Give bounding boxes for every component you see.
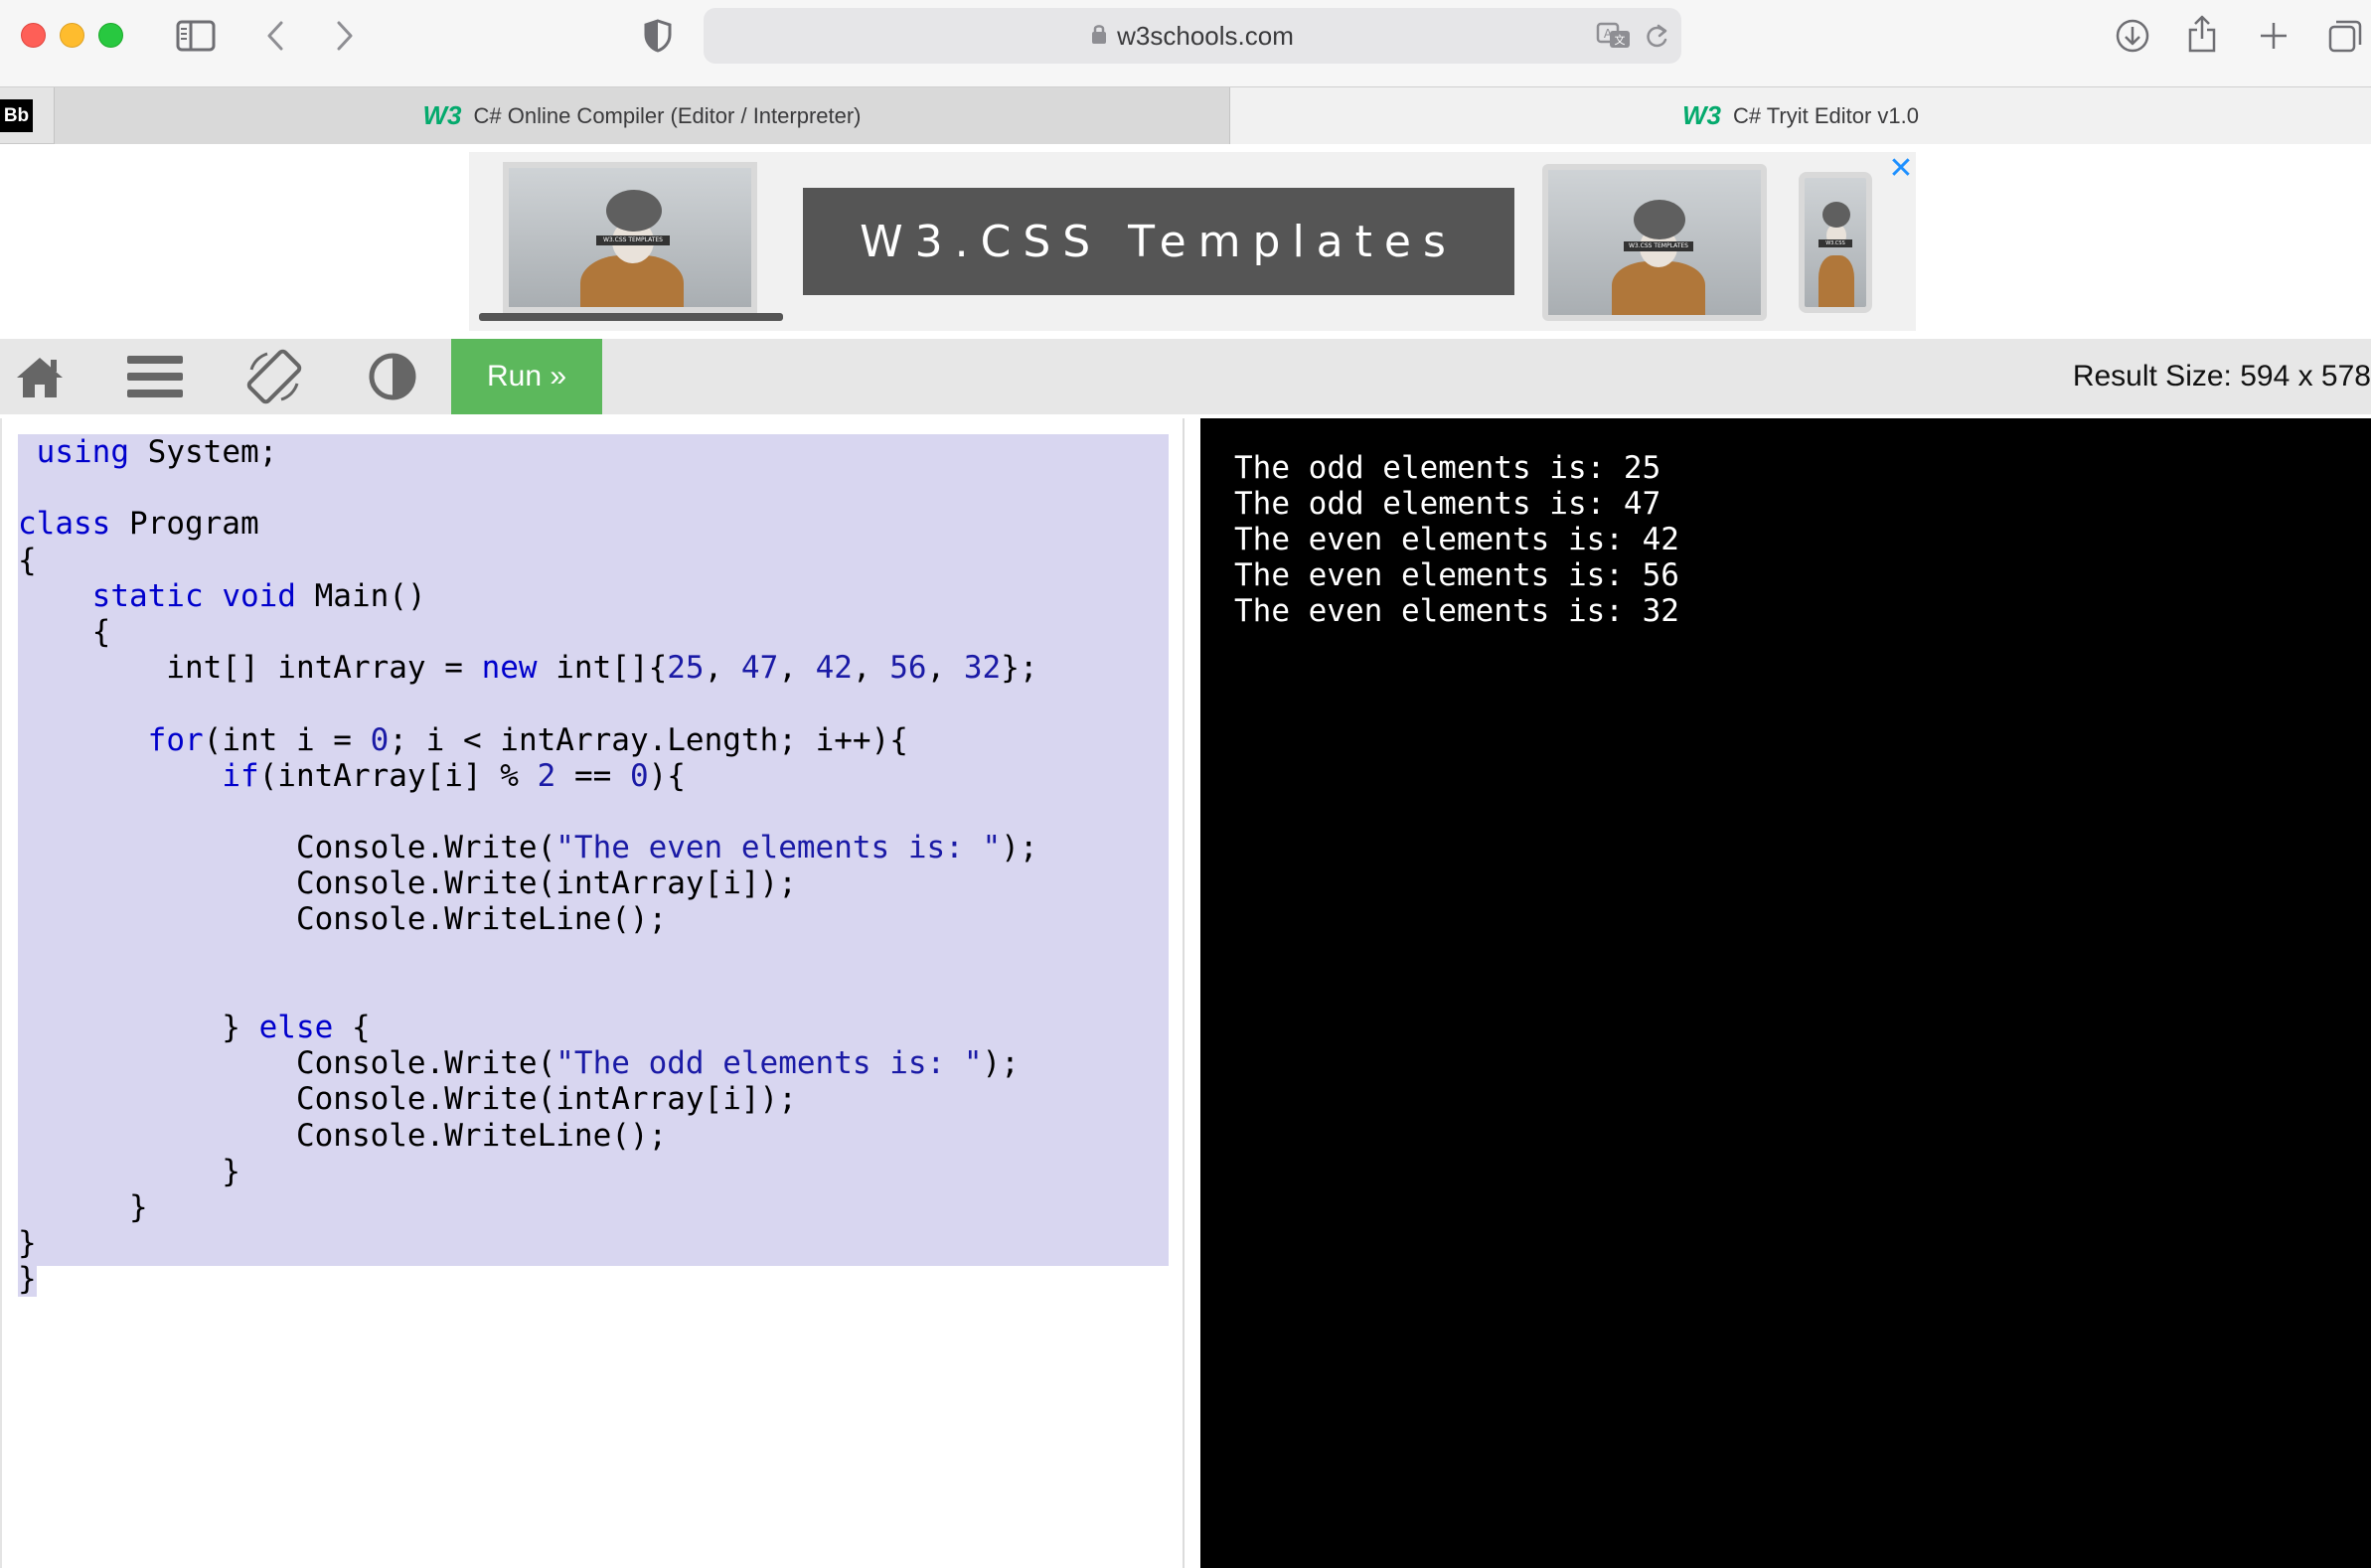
ad-title-box: W3.CSS Templates — [803, 188, 1514, 295]
w3schools-logo-icon: W3 — [1681, 100, 1721, 130]
browser-toolbar: w3schools.com A文 — [0, 0, 2371, 86]
tab-bar: Bb W3 C# Online Compiler (Editor / Inter… — [0, 86, 2371, 144]
shield-icon[interactable] — [640, 16, 676, 56]
tab-label: C# Online Compiler (Editor / Interpreter… — [473, 102, 862, 128]
output-line: The odd elements is: 25 — [1234, 450, 1661, 486]
code-editor[interactable]: using System; class Program{ static void … — [0, 418, 1185, 1568]
output-line: The even elements is: 32 — [1234, 593, 1679, 629]
url-text: w3schools.com — [1117, 20, 1294, 51]
back-icon[interactable] — [260, 16, 290, 56]
download-icon[interactable] — [2113, 16, 2152, 56]
ad-phone-label: W3.CSS — [1818, 239, 1852, 247]
result-panel: The odd elements is: 25 The odd elements … — [1200, 418, 2371, 1568]
tab-overview-icon[interactable] — [2325, 16, 2365, 56]
code-line: class Program — [18, 506, 259, 543]
reload-icon[interactable] — [1642, 20, 1671, 52]
code-line: } else { — [18, 1010, 371, 1045]
code-line: Console.Write(intArray[i]); — [18, 865, 797, 902]
ad-banner[interactable]: W3.CSS TEMPLATES W3.CSS Templates W3.CSS… — [469, 152, 1916, 331]
editor-toolbar: Run » Result Size: 594 x 578 — [0, 339, 2371, 414]
forward-icon[interactable] — [330, 16, 360, 56]
code-line: Console.Write("The even elements is: "); — [18, 830, 1038, 866]
code-line: Console.WriteLine(); — [18, 1117, 668, 1154]
tab-label: C# Tryit Editor v1.0 — [1732, 102, 1920, 128]
output-line: The odd elements is: 47 — [1234, 486, 1661, 522]
ad-close-button[interactable]: ✕ — [1888, 154, 1914, 184]
code-area[interactable]: using System; class Program{ static void … — [18, 434, 1038, 1298]
code-line: Console.WriteLine(); — [18, 901, 668, 938]
close-window-button[interactable] — [21, 23, 46, 48]
output-line: The even elements is: 42 — [1234, 522, 1679, 557]
ad-tablet-label: W3.CSS TEMPLATES — [1624, 241, 1693, 251]
address-text: w3schools.com — [704, 8, 1681, 64]
ad-title: W3.CSS Templates — [860, 216, 1458, 267]
svg-text:A: A — [1604, 27, 1613, 41]
address-bar[interactable]: w3schools.com A文 — [704, 8, 1681, 64]
tab-csharp-online-compiler[interactable]: W3 C# Online Compiler (Editor / Interpre… — [54, 87, 1230, 144]
code-line: { — [18, 542, 37, 578]
pinned-tab-bb[interactable]: Bb — [0, 99, 33, 132]
ad-laptop-label: W3.CSS TEMPLATES — [596, 235, 670, 245]
ad-tablet-image: W3.CSS TEMPLATES — [1542, 164, 1767, 321]
share-icon[interactable] — [2184, 12, 2220, 56]
zoom-window-button[interactable] — [98, 23, 123, 48]
result-size-label: Result Size: 594 x 578 — [2072, 360, 2371, 392]
output-line: The even elements is: 56 — [1234, 557, 1679, 593]
new-tab-icon[interactable] — [2254, 16, 2293, 56]
console-output: The odd elements is: 25 The odd elements … — [1234, 450, 1679, 629]
theme-toggle-icon[interactable] — [366, 339, 419, 414]
run-button[interactable]: Run » — [451, 339, 602, 414]
code-line: static void Main() — [91, 577, 426, 614]
code-line: } — [18, 1153, 240, 1189]
rotate-icon[interactable] — [244, 339, 304, 414]
code-line: Console.Write(intArray[i]); — [18, 1081, 797, 1118]
code-line: using System; — [36, 434, 278, 470]
tab-csharp-tryit-editor[interactable]: W3 C# Tryit Editor v1.0 — [1230, 87, 2371, 144]
code-line: if(intArray[i] % 2 == 0){ — [222, 757, 686, 794]
svg-text:文: 文 — [1615, 33, 1626, 47]
translate-icon[interactable]: A文 — [1594, 18, 1634, 54]
code-line: } — [18, 1261, 37, 1298]
lock-icon — [1091, 21, 1107, 52]
ad-laptop-base — [479, 313, 783, 321]
code-line: { — [18, 613, 111, 650]
code-line: for(int i = 0; i < intArray.Length; i++)… — [147, 721, 908, 758]
w3schools-logo-icon: W3 — [422, 100, 462, 130]
ad-laptop-image: W3.CSS TEMPLATES — [503, 162, 757, 313]
menu-icon[interactable] — [125, 339, 185, 414]
ad-phone-image: W3.CSS — [1799, 172, 1872, 313]
code-line: } — [18, 1188, 148, 1225]
home-icon[interactable] — [12, 339, 68, 414]
code-line: int[] intArray = new int[]{25, 47, 42, 5… — [18, 650, 1038, 687]
minimize-window-button[interactable] — [60, 23, 84, 48]
sidebar-icon[interactable] — [175, 16, 217, 56]
code-line: } — [18, 1225, 37, 1262]
code-line: Console.Write("The odd elements is: "); — [18, 1045, 1020, 1082]
